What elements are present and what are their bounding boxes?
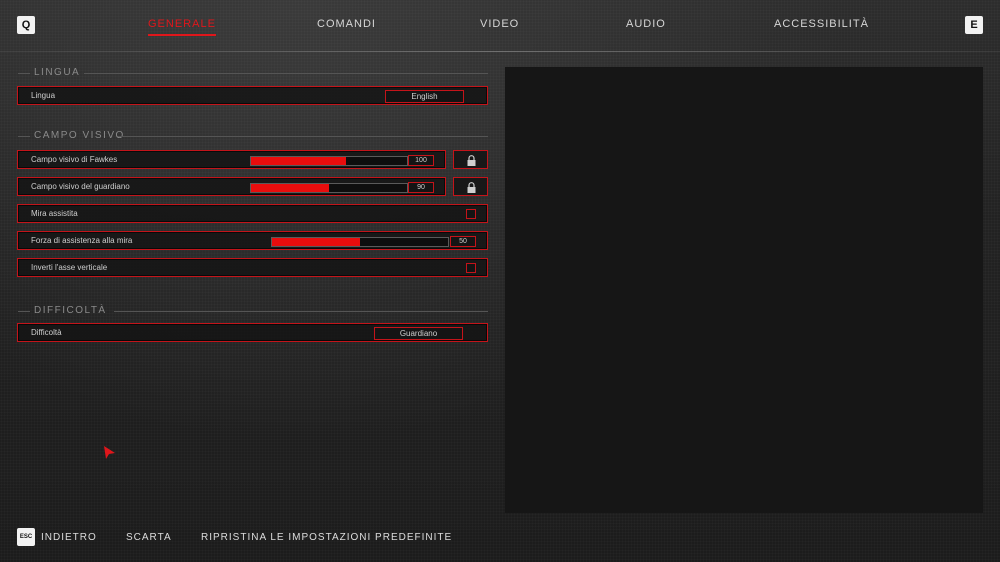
divider xyxy=(114,311,488,312)
aim-assist-checkbox[interactable] xyxy=(466,209,476,219)
tab-comandi[interactable]: COMANDI xyxy=(317,18,376,30)
language-select[interactable]: English xyxy=(385,90,464,103)
next-tab-key[interactable]: E xyxy=(965,16,983,34)
fov-guardian-value[interactable]: 90 xyxy=(408,182,434,193)
lock-icon xyxy=(467,182,476,193)
fov-guardian-label: Campo visivo del guardiano xyxy=(31,182,130,191)
invert-y-checkbox[interactable] xyxy=(466,263,476,273)
invert-y-row[interactable]: Inverti l'asse verticale xyxy=(17,258,488,277)
divider xyxy=(18,73,30,74)
lock-icon xyxy=(467,155,476,166)
divider xyxy=(84,73,488,74)
aim-assist-strength-row[interactable]: Forza di assistenza alla mira 50 xyxy=(17,231,488,250)
aim-assist-strength-slider-fill xyxy=(272,238,360,246)
fov-fawkes-lock-button[interactable] xyxy=(453,150,488,169)
fov-guardian-slider[interactable] xyxy=(250,183,408,193)
section-title-lingua: LINGUA xyxy=(34,67,81,78)
difficulty-label: Difficoltà xyxy=(31,328,62,337)
section-header-difficolta: DIFFICOLTÀ xyxy=(18,305,488,317)
section-header-campo-visivo: CAMPO VISIVO xyxy=(18,130,488,142)
difficulty-row[interactable]: Difficoltà Guardiano xyxy=(17,323,488,342)
section-title-difficolta: DIFFICOLTÀ xyxy=(34,305,107,316)
fov-guardian-slider-fill xyxy=(251,184,329,192)
reset-defaults-button[interactable]: RIPRISTINA LE IMPOSTAZIONI PREDEFINITE xyxy=(201,532,452,543)
language-row[interactable]: Lingua English xyxy=(17,86,488,105)
fov-fawkes-row[interactable]: Campo visivo di Fawkes 100 xyxy=(17,150,446,169)
fov-guardian-lock-button[interactable] xyxy=(453,177,488,196)
difficulty-select[interactable]: Guardiano xyxy=(374,327,463,340)
aim-assist-strength-value[interactable]: 50 xyxy=(450,236,476,247)
aim-assist-strength-slider[interactable] xyxy=(271,237,449,247)
aim-assist-strength-label: Forza di assistenza alla mira xyxy=(31,236,133,245)
esc-key-icon[interactable]: ESC xyxy=(17,528,35,546)
section-header-lingua: LINGUA xyxy=(18,67,488,79)
fov-fawkes-slider[interactable] xyxy=(250,156,408,166)
tab-audio[interactable]: AUDIO xyxy=(626,18,666,30)
fov-fawkes-value[interactable]: 100 xyxy=(408,155,434,166)
prev-tab-key[interactable]: Q xyxy=(17,16,35,34)
fov-guardian-row[interactable]: Campo visivo del guardiano 90 xyxy=(17,177,446,196)
aim-assist-label: Mira assistita xyxy=(31,209,78,218)
fov-fawkes-slider-fill xyxy=(251,157,347,165)
tab-generale[interactable]: GENERALE xyxy=(148,18,216,36)
discard-button[interactable]: SCARTA xyxy=(126,532,172,543)
language-label: Lingua xyxy=(31,91,56,100)
back-button[interactable]: INDIETRO xyxy=(41,532,97,543)
fov-fawkes-label: Campo visivo di Fawkes xyxy=(31,155,118,164)
aim-assist-row[interactable]: Mira assistita xyxy=(17,204,488,223)
invert-y-label: Inverti l'asse verticale xyxy=(31,263,108,272)
divider xyxy=(18,311,30,312)
preview-panel xyxy=(505,67,983,513)
divider xyxy=(118,136,488,137)
cursor-arrow-icon xyxy=(104,446,115,459)
tab-accessibilita[interactable]: ACCESSIBILITÀ xyxy=(774,18,869,30)
top-nav: Q GENERALE COMANDI VIDEO AUDIO ACCESSIBI… xyxy=(0,0,1000,52)
divider xyxy=(18,136,30,137)
tab-video[interactable]: VIDEO xyxy=(480,18,519,30)
section-title-campo-visivo: CAMPO VISIVO xyxy=(34,130,125,141)
